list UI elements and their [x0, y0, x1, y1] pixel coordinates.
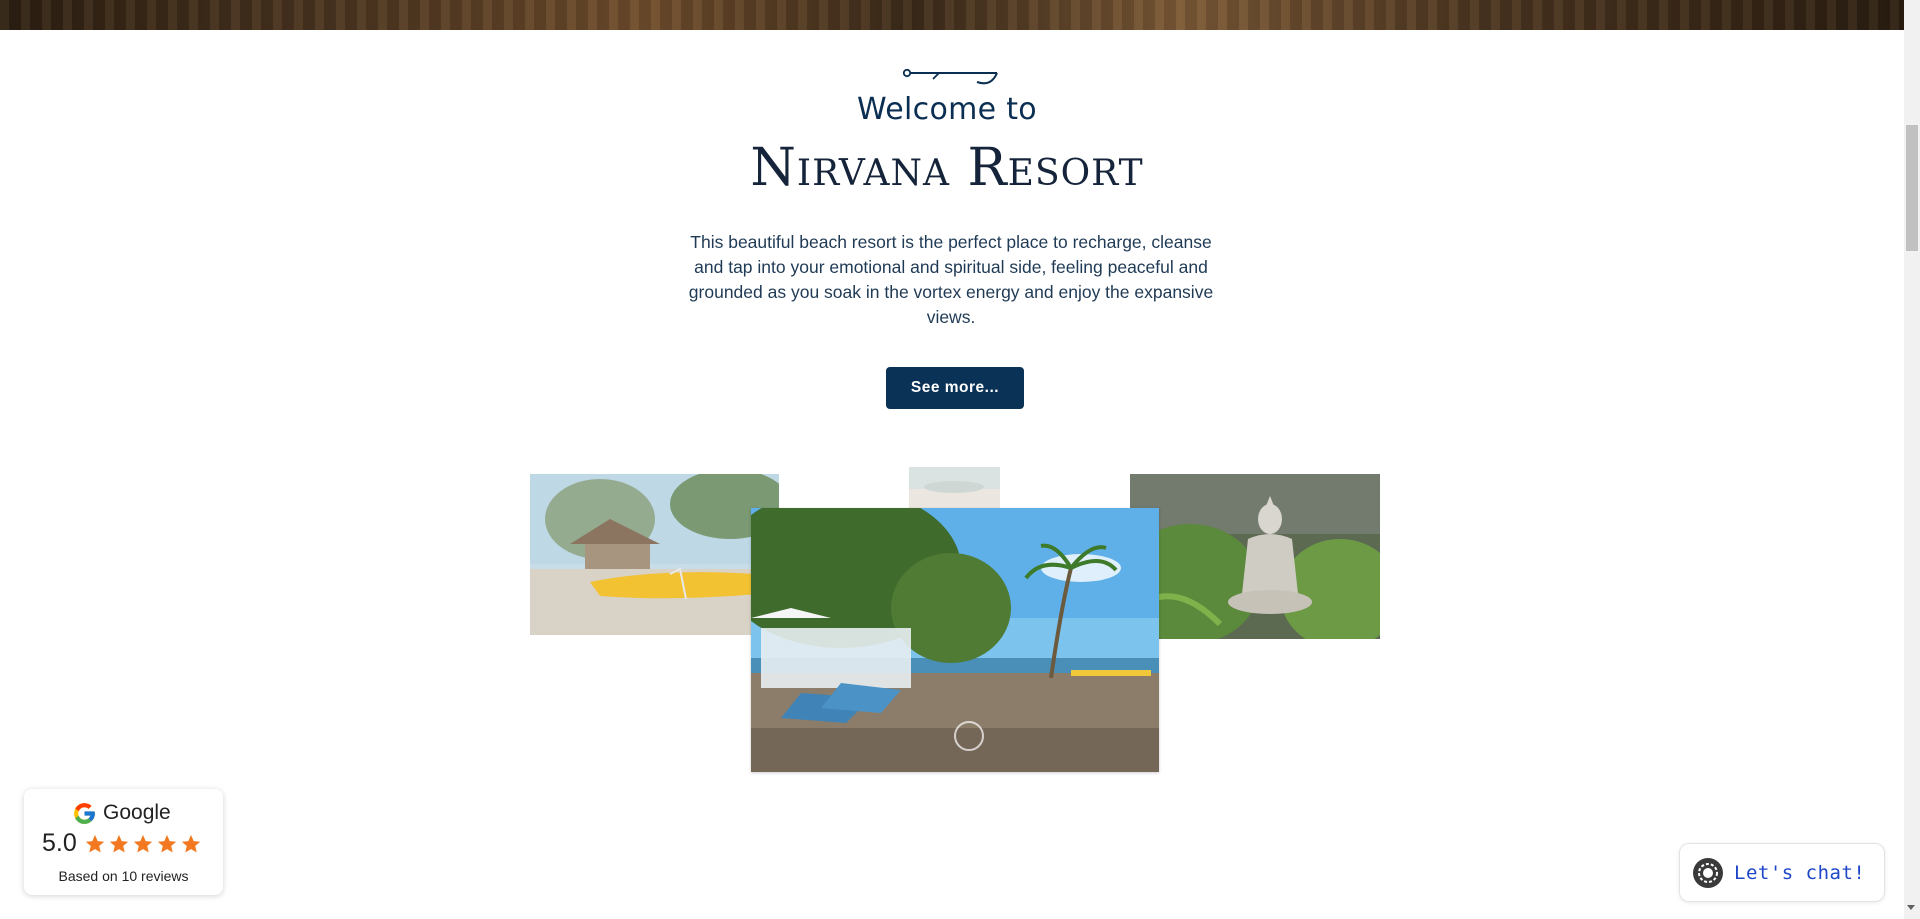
star-icon — [133, 834, 153, 853]
scroll-down-arrow-icon[interactable] — [1907, 905, 1915, 910]
google-logo-icon — [74, 802, 95, 824]
scrollbar-thumb[interactable] — [1906, 125, 1918, 251]
beach-lounge-chairs-photo-icon — [751, 508, 1159, 772]
intro-paragraph: This beautiful beach resort is the perfe… — [688, 232, 1214, 327]
star-rating — [84, 833, 202, 855]
hero-banner-image — [0, 0, 1904, 30]
star-icon — [85, 834, 105, 853]
gallery-photo-right[interactable] — [1130, 474, 1380, 639]
star-icon — [157, 834, 177, 853]
resort-title: Nirvana Resort — [750, 138, 1144, 198]
chat-label: Let's chat! — [1734, 861, 1866, 884]
welcome-heading: Welcome to — [857, 92, 1037, 127]
see-more-button[interactable]: See more... — [886, 367, 1024, 409]
fish-hook-icon — [903, 68, 998, 85]
google-label: Google — [103, 801, 171, 824]
beach-photo-icon — [909, 467, 1000, 509]
google-reviews-widget[interactable]: Google 5.0 Based on 10 reviews — [24, 789, 223, 895]
rating-value: 5.0 — [42, 829, 77, 857]
star-icon — [181, 834, 201, 853]
gallery-photo-back[interactable] — [909, 467, 1000, 509]
google-brand: Google — [72, 799, 171, 827]
buddha-statue-photo-icon — [1130, 474, 1380, 639]
star-icon — [109, 834, 129, 853]
gallery-photo-main[interactable] — [751, 508, 1159, 772]
gallery-photo-left[interactable] — [530, 474, 779, 635]
beach-kayak-photo-icon — [530, 474, 779, 635]
chat-logo-icon — [1693, 857, 1723, 888]
reviews-count: Based on 10 reviews — [58, 868, 189, 884]
chat-launcher-button[interactable]: Let's chat! — [1679, 843, 1885, 902]
